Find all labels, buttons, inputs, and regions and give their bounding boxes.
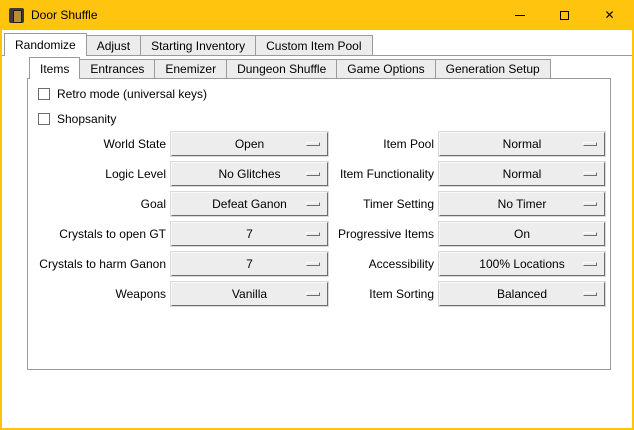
checkbox-icon[interactable] bbox=[38, 88, 50, 100]
item-sorting-value: Balanced bbox=[497, 287, 547, 301]
settings-row: World State Open Item Pool Normal bbox=[28, 132, 610, 156]
dropdown-indicator-icon bbox=[583, 232, 597, 236]
app-icon bbox=[9, 8, 24, 23]
tab-starting-inventory[interactable]: Starting Inventory bbox=[140, 35, 256, 55]
item-pool-value: Normal bbox=[503, 137, 542, 151]
tab-dungeon-shuffle[interactable]: Dungeon Shuffle bbox=[226, 59, 337, 78]
dropdown-indicator-icon bbox=[583, 202, 597, 206]
tab-custom-item-pool[interactable]: Custom Item Pool bbox=[255, 35, 372, 55]
dropdown-indicator-icon bbox=[583, 262, 597, 266]
tab-enemizer[interactable]: Enemizer bbox=[154, 59, 227, 78]
retro-mode-label: Retro mode (universal keys) bbox=[57, 87, 207, 101]
shopsanity-label: Shopsanity bbox=[57, 112, 116, 126]
shopsanity-checkbox[interactable]: Shopsanity bbox=[38, 110, 116, 128]
settings-row: Goal Defeat Ganon Timer Setting No Timer bbox=[28, 192, 610, 216]
title-bar: Door Shuffle ✕ bbox=[2, 0, 632, 30]
item-sorting-dropdown[interactable]: Balanced bbox=[439, 282, 605, 306]
world-state-label: World State bbox=[28, 132, 166, 156]
close-button[interactable]: ✕ bbox=[587, 0, 632, 30]
client-area: Randomize Adjust Starting Inventory Cust… bbox=[2, 30, 632, 428]
tab-adjust[interactable]: Adjust bbox=[86, 35, 141, 55]
tab-generation-setup[interactable]: Generation Setup bbox=[435, 59, 551, 78]
minimize-button[interactable] bbox=[497, 0, 542, 30]
checkbox-icon[interactable] bbox=[38, 113, 50, 125]
accessibility-label: Accessibility bbox=[268, 252, 434, 276]
dropdown-indicator-icon bbox=[583, 142, 597, 146]
item-pool-dropdown[interactable]: Normal bbox=[439, 132, 605, 156]
timer-setting-dropdown[interactable]: No Timer bbox=[439, 192, 605, 216]
close-icon: ✕ bbox=[604, 9, 614, 21]
items-panel: Retro mode (universal keys) Shopsanity W… bbox=[27, 78, 611, 370]
timer-setting-value: No Timer bbox=[498, 197, 547, 211]
accessibility-dropdown[interactable]: 100% Locations bbox=[439, 252, 605, 276]
sub-tab-bar: Items Entrances Enemizer Dungeon Shuffle… bbox=[29, 57, 551, 79]
tab-randomize[interactable]: Randomize bbox=[4, 33, 87, 56]
dropdown-indicator-icon bbox=[583, 292, 597, 296]
logic-level-label: Logic Level bbox=[28, 162, 166, 186]
maximize-icon bbox=[560, 11, 569, 20]
dropdown-indicator-icon bbox=[583, 172, 597, 176]
crystals-ganon-label: Crystals to harm Ganon bbox=[28, 252, 166, 276]
accessibility-value: 100% Locations bbox=[479, 257, 564, 271]
crystals-gt-label: Crystals to open GT bbox=[28, 222, 166, 246]
tab-entrances[interactable]: Entrances bbox=[79, 59, 155, 78]
progressive-items-value: On bbox=[514, 227, 530, 241]
window-controls: ✕ bbox=[497, 0, 632, 30]
maximize-button[interactable] bbox=[542, 0, 587, 30]
item-sorting-label: Item Sorting bbox=[268, 282, 434, 306]
item-functionality-label: Item Functionality bbox=[268, 162, 434, 186]
item-functionality-dropdown[interactable]: Normal bbox=[439, 162, 605, 186]
settings-row: Logic Level No Glitches Item Functionali… bbox=[28, 162, 610, 186]
tab-items[interactable]: Items bbox=[29, 57, 80, 79]
main-tab-bar: Randomize Adjust Starting Inventory Cust… bbox=[4, 33, 373, 56]
world-state-value: Open bbox=[235, 137, 264, 151]
crystals-ganon-value: 7 bbox=[246, 257, 253, 271]
progressive-items-label: Progressive Items bbox=[268, 222, 434, 246]
settings-row: Crystals to open GT 7 Progressive Items … bbox=[28, 222, 610, 246]
crystals-gt-value: 7 bbox=[246, 227, 253, 241]
minimize-icon bbox=[515, 15, 525, 16]
app-window: Door Shuffle ✕ Randomize Adjust Starting… bbox=[0, 0, 634, 430]
retro-mode-checkbox[interactable]: Retro mode (universal keys) bbox=[38, 85, 207, 103]
settings-row: Weapons Vanilla Item Sorting Balanced bbox=[28, 282, 610, 306]
weapons-label: Weapons bbox=[28, 282, 166, 306]
progressive-items-dropdown[interactable]: On bbox=[439, 222, 605, 246]
timer-setting-label: Timer Setting bbox=[268, 192, 434, 216]
tab-game-options[interactable]: Game Options bbox=[336, 59, 435, 78]
goal-label: Goal bbox=[28, 192, 166, 216]
weapons-value: Vanilla bbox=[232, 287, 267, 301]
window-title: Door Shuffle bbox=[31, 8, 98, 22]
item-functionality-value: Normal bbox=[503, 167, 542, 181]
settings-row: Crystals to harm Ganon 7 Accessibility 1… bbox=[28, 252, 610, 276]
item-pool-label: Item Pool bbox=[268, 132, 434, 156]
